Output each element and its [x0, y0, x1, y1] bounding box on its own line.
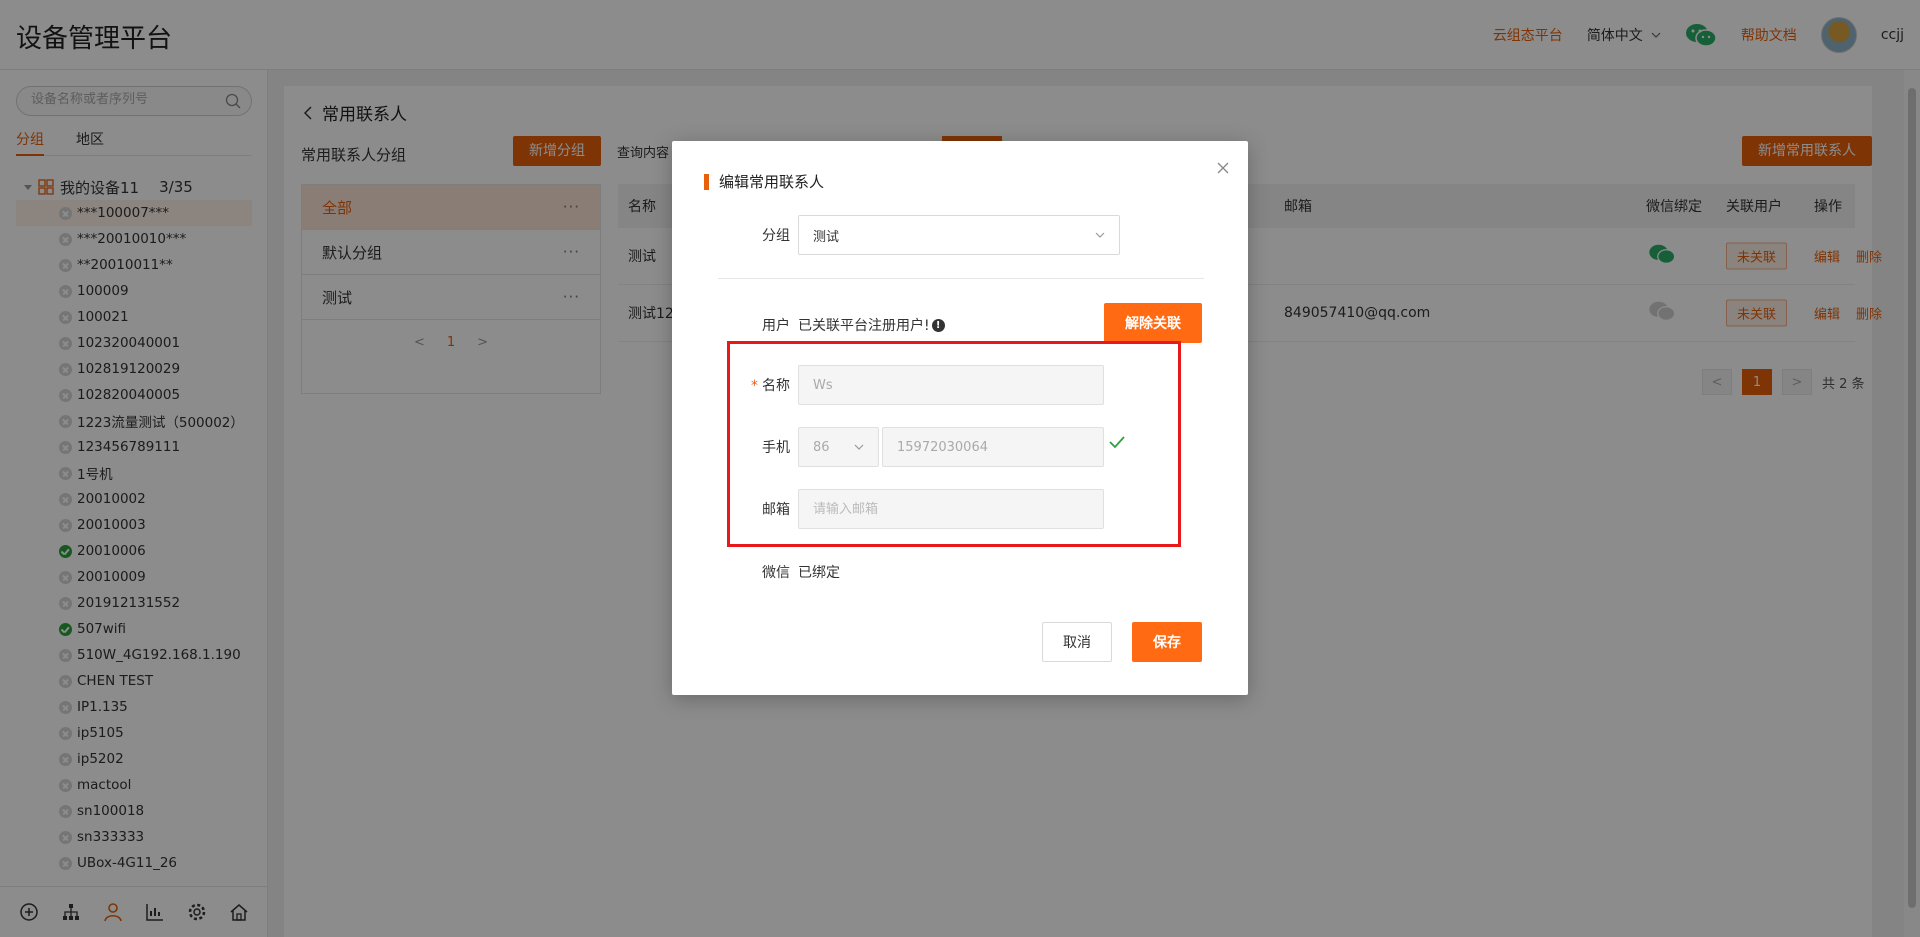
- form-divider: [718, 278, 1204, 279]
- user-status-text: 已关联平台注册用户!: [798, 318, 930, 334]
- user-label: 用户: [762, 318, 790, 334]
- group-select-value: 测试: [813, 229, 840, 245]
- save-button[interactable]: 保存: [1132, 622, 1202, 662]
- unlink-button[interactable]: 解除关联: [1104, 303, 1202, 343]
- info-icon[interactable]: !: [931, 318, 945, 332]
- group-select[interactable]: 测试: [798, 215, 1120, 255]
- wechat-bind-status: 已绑定: [798, 565, 840, 581]
- title-accent-bar: [704, 173, 709, 190]
- group-label: 分组: [762, 228, 790, 244]
- chevron-down-icon: [1095, 232, 1105, 238]
- cancel-button[interactable]: 取消: [1042, 622, 1112, 662]
- highlight-box: [727, 341, 1181, 547]
- dialog-title: 编辑常用联系人: [704, 171, 824, 192]
- edit-contact-dialog: 编辑常用联系人 分组 测试 用户 已关联平台注册用户! ! 解除关联 *名称 手…: [672, 141, 1248, 695]
- close-icon[interactable]: [1216, 161, 1230, 179]
- user-link-status: 已关联平台注册用户! !: [798, 315, 945, 335]
- dialog-title-text: 编辑常用联系人: [719, 173, 825, 191]
- wechat-label: 微信: [762, 565, 790, 581]
